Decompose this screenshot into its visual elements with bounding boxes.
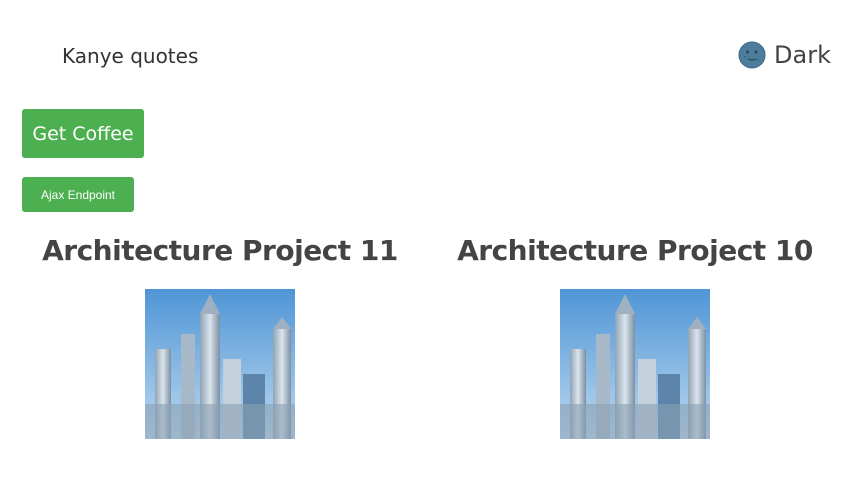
city-skyline-image	[560, 289, 710, 439]
city-skyline-image	[145, 289, 295, 439]
dark-mode-toggle[interactable]: Dark	[738, 38, 831, 72]
get-coffee-button[interactable]: Get Coffee	[22, 109, 144, 158]
dark-mode-label: Dark	[774, 41, 831, 69]
ajax-endpoint-button[interactable]: Ajax Endpoint	[22, 177, 134, 212]
page: Kanye quotes Dark Get Coffee Ajax Endpoi…	[0, 0, 851, 480]
project-card: Architecture Project 11	[20, 228, 420, 439]
moon-icon	[738, 41, 766, 69]
project-title: Architecture Project 11	[42, 234, 398, 267]
project-title: Architecture Project 10	[457, 234, 813, 267]
project-card: Architecture Project 10	[435, 228, 835, 439]
kanye-quotes-link[interactable]: Kanye quotes	[62, 42, 198, 70]
